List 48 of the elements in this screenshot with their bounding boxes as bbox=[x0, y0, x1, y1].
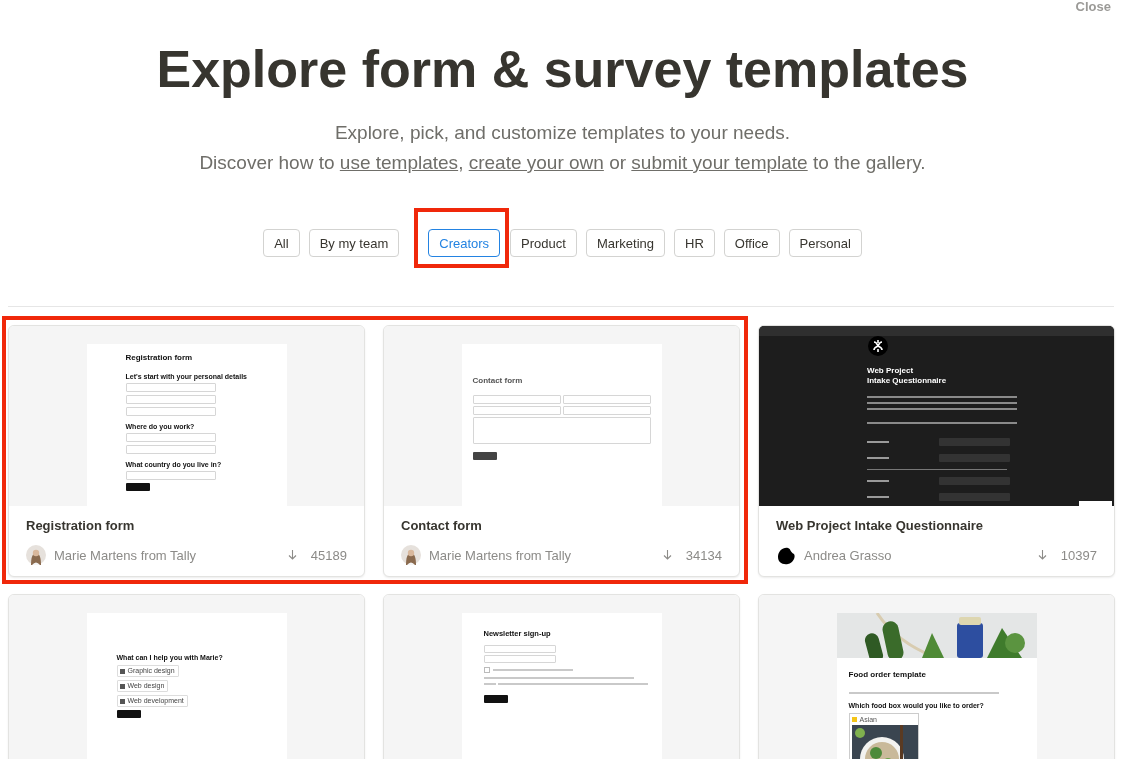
help-link[interactable]: create your own bbox=[468, 152, 604, 173]
download-icon bbox=[662, 550, 672, 560]
filter-tab[interactable]: Personal bbox=[788, 229, 862, 257]
avatar-icon bbox=[26, 545, 46, 565]
page-title: Explore form & survey templates bbox=[155, 39, 970, 100]
filter-tab[interactable]: Office bbox=[723, 229, 780, 257]
filter-tab[interactable]: Marketing bbox=[585, 229, 665, 257]
form-heading: Web Project bbox=[867, 366, 914, 376]
text-line bbox=[483, 683, 496, 685]
form-heading: Registration form bbox=[125, 353, 193, 363]
author-name: Marie Martens from Tally bbox=[429, 547, 572, 563]
form-button bbox=[483, 695, 508, 703]
filter-tab[interactable]: HR bbox=[674, 229, 715, 257]
template-title: Contact form bbox=[401, 518, 483, 534]
subtitle-text: Explore, pick, and customize templates to your needs. bbox=[333, 121, 792, 145]
filter-tab[interactable]: All bbox=[263, 229, 300, 257]
form-heading: Intake Questionnaire bbox=[867, 376, 947, 386]
help-link[interactable]: submit your template bbox=[631, 152, 808, 173]
subtitle-text: Discover how to use templates, create your own or submit your template to the gallery. bbox=[198, 151, 927, 175]
form-heading: Contact form bbox=[472, 376, 523, 386]
filter-tab[interactable]: Creators bbox=[428, 229, 501, 257]
avatar-icon bbox=[401, 545, 421, 565]
text-line bbox=[867, 480, 889, 482]
text-line bbox=[867, 496, 889, 498]
badge-icon bbox=[1079, 501, 1112, 506]
template-title: Web Project Intake Questionnaire bbox=[776, 518, 985, 534]
download-count: 34134 bbox=[685, 547, 722, 563]
download-icon bbox=[1037, 550, 1047, 560]
download-count: 45189 bbox=[310, 547, 347, 563]
filter-tab[interactable]: By my team bbox=[308, 229, 400, 257]
form-heading: Food order template bbox=[848, 670, 926, 680]
template-title: Registration form bbox=[26, 518, 136, 534]
text-line bbox=[867, 441, 889, 443]
template-card[interactable]: Contact form Contact form Marie Martens from Tally 34134 bbox=[383, 325, 740, 577]
logo-icon bbox=[868, 336, 888, 356]
download-count: 10397 bbox=[1060, 547, 1097, 563]
template-card[interactable]: Web Project Intake Questionnaire Web Project Intake Questionnaire Andrea Grasso 10397 bbox=[758, 325, 1115, 577]
download-icon bbox=[287, 550, 297, 560]
avatar-icon bbox=[776, 545, 796, 565]
form-button bbox=[125, 483, 150, 491]
form-button bbox=[116, 710, 141, 718]
filter-tab[interactable]: Product bbox=[510, 229, 577, 257]
help-link[interactable]: use templates bbox=[339, 152, 459, 173]
author-name: Andrea Grasso bbox=[804, 547, 892, 563]
text-line bbox=[867, 457, 889, 459]
square-icon bbox=[851, 717, 857, 722]
author-name: Marie Martens from Tally bbox=[54, 547, 197, 563]
form-button bbox=[472, 452, 497, 460]
